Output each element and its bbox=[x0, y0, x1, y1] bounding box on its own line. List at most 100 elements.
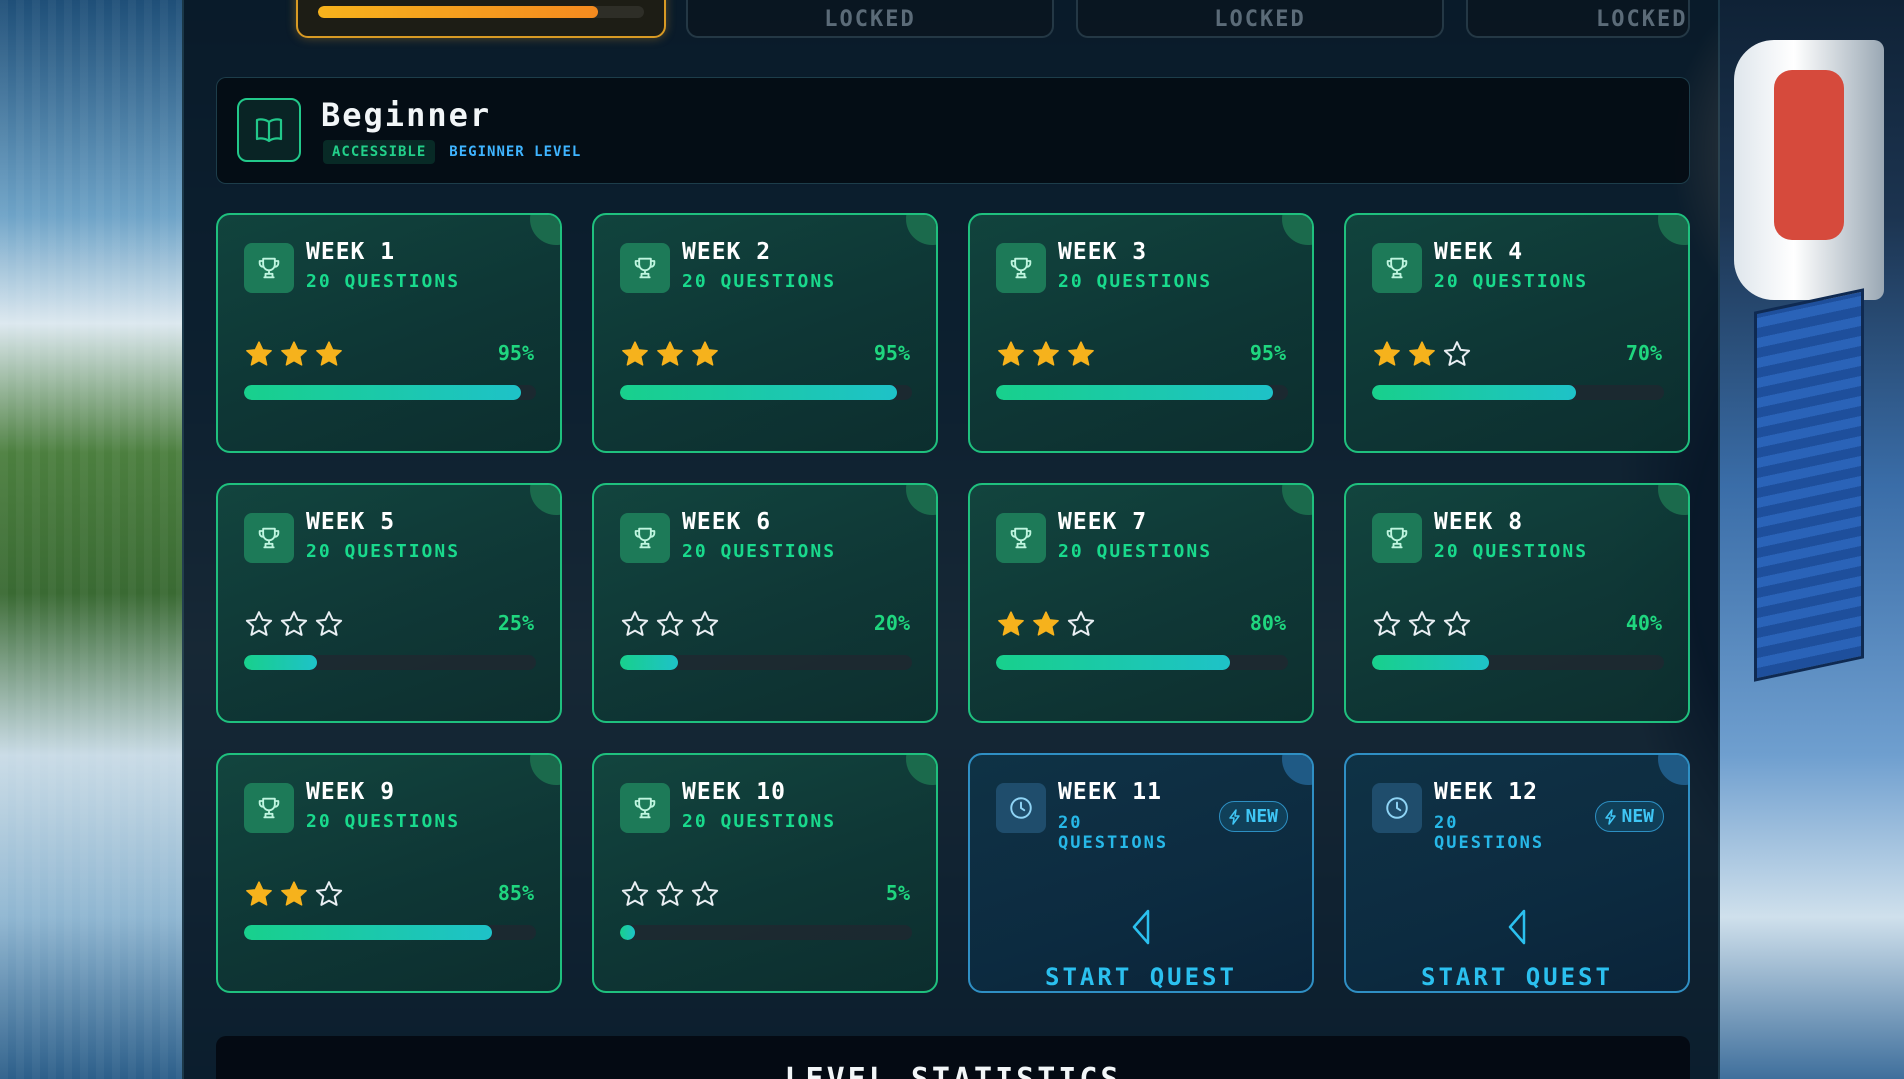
progress-bar bbox=[1372, 655, 1664, 670]
week-card[interactable]: WEEK 7 20 QUESTIONS 80% bbox=[968, 483, 1314, 723]
star-filled-icon bbox=[1407, 339, 1437, 369]
start-quest-button[interactable]: START QUEST bbox=[1346, 963, 1688, 991]
week-card[interactable]: WEEK 2 20 QUESTIONS 95% bbox=[592, 213, 938, 453]
card-corner-decoration bbox=[906, 485, 936, 515]
star-filled-icon bbox=[996, 609, 1026, 639]
star-rating bbox=[244, 879, 344, 909]
week-title: WEEK 9 bbox=[306, 779, 396, 805]
level-statistics-panel: LEVEL STATISTICS bbox=[216, 1036, 1690, 1079]
progress-bar-fill bbox=[1372, 655, 1489, 670]
tier-progress-fill bbox=[318, 6, 599, 18]
star-empty-icon bbox=[279, 609, 309, 639]
star-filled-icon bbox=[655, 339, 685, 369]
week-card[interactable]: WEEK 4 20 QUESTIONS 70% bbox=[1344, 213, 1690, 453]
star-rating bbox=[1372, 339, 1472, 369]
progress-bar bbox=[1372, 385, 1664, 400]
star-rating bbox=[620, 879, 720, 909]
week-title: WEEK 4 bbox=[1434, 239, 1524, 265]
progress-bar bbox=[996, 655, 1288, 670]
week-question-count: 20 QUESTIONS bbox=[682, 541, 837, 562]
week-card[interactable]: WEEK 12 20 QUESTIONS NEW START QUEST bbox=[1344, 753, 1690, 993]
level-label: BEGINNER LEVEL bbox=[449, 144, 582, 160]
week-card[interactable]: WEEK 1 20 QUESTIONS 95% bbox=[216, 213, 562, 453]
score-percent: 20% bbox=[873, 611, 910, 635]
start-quest-button[interactable]: START QUEST bbox=[970, 963, 1312, 991]
tier-tab-locked[interactable]: LOCKED bbox=[686, 0, 1054, 38]
week-question-count: 20 QUESTIONS bbox=[1434, 271, 1589, 292]
week-card[interactable]: WEEK 8 20 QUESTIONS 40% bbox=[1344, 483, 1690, 723]
star-filled-icon bbox=[690, 339, 720, 369]
week-title: WEEK 3 bbox=[1058, 239, 1148, 265]
star-filled-icon bbox=[279, 879, 309, 909]
card-corner-decoration bbox=[1658, 215, 1688, 245]
week-card[interactable]: WEEK 3 20 QUESTIONS 95% bbox=[968, 213, 1314, 453]
progress-bar-fill bbox=[996, 385, 1274, 400]
play-icon[interactable] bbox=[1506, 907, 1530, 951]
week-title: WEEK 7 bbox=[1058, 509, 1148, 535]
trophy-icon bbox=[244, 783, 294, 833]
status-badge: ACCESSIBLE bbox=[323, 140, 436, 164]
star-filled-icon bbox=[1031, 339, 1061, 369]
trophy-icon bbox=[1372, 513, 1422, 563]
progress-bar-fill bbox=[244, 925, 493, 940]
progress-bar-fill bbox=[244, 385, 522, 400]
star-empty-icon bbox=[314, 879, 344, 909]
week-title: WEEK 2 bbox=[682, 239, 772, 265]
week-title: WEEK 11 bbox=[1058, 779, 1162, 805]
main-panel: LOCKED LOCKED LOCKED Beginner ACCESSIBLE… bbox=[182, 0, 1720, 1079]
star-empty-icon bbox=[1066, 609, 1096, 639]
week-card[interactable]: WEEK 11 20 QUESTIONS NEW START QUEST bbox=[968, 753, 1314, 993]
tier-progress-bar bbox=[318, 6, 644, 18]
progress-bar-fill bbox=[996, 655, 1230, 670]
card-corner-decoration bbox=[1658, 755, 1688, 785]
week-card[interactable]: WEEK 9 20 QUESTIONS 85% bbox=[216, 753, 562, 993]
week-question-count: 20 QUESTIONS bbox=[1058, 813, 1169, 853]
progress-bar-fill bbox=[244, 655, 317, 670]
new-badge: NEW bbox=[1595, 801, 1664, 832]
clock-icon bbox=[996, 783, 1046, 833]
card-corner-decoration bbox=[1282, 485, 1312, 515]
card-corner-decoration bbox=[1282, 215, 1312, 245]
star-filled-icon bbox=[1372, 339, 1402, 369]
tier-tab-beginner[interactable] bbox=[296, 0, 666, 38]
background-island-scene bbox=[0, 0, 182, 1079]
star-filled-icon bbox=[244, 339, 274, 369]
card-corner-decoration bbox=[530, 485, 560, 515]
card-corner-decoration bbox=[530, 755, 560, 785]
score-percent: 85% bbox=[497, 881, 534, 905]
star-filled-icon bbox=[244, 879, 274, 909]
star-filled-icon bbox=[996, 339, 1026, 369]
week-question-count: 20 QUESTIONS bbox=[682, 271, 837, 292]
star-empty-icon bbox=[314, 609, 344, 639]
play-icon[interactable] bbox=[1130, 907, 1154, 951]
week-card[interactable]: WEEK 5 20 QUESTIONS 25% bbox=[216, 483, 562, 723]
star-rating bbox=[620, 609, 720, 639]
week-title: WEEK 12 bbox=[1434, 779, 1538, 805]
trophy-icon bbox=[996, 243, 1046, 293]
week-card[interactable]: WEEK 10 20 QUESTIONS 5% bbox=[592, 753, 938, 993]
progress-bar-fill bbox=[1372, 385, 1577, 400]
tier-tab-locked[interactable]: LOCKED bbox=[1466, 0, 1690, 38]
trophy-icon bbox=[244, 513, 294, 563]
score-percent: 95% bbox=[873, 341, 910, 365]
progress-bar bbox=[244, 655, 536, 670]
score-percent: 70% bbox=[1625, 341, 1662, 365]
tier-tab-locked[interactable]: LOCKED bbox=[1076, 0, 1444, 38]
card-corner-decoration bbox=[1658, 485, 1688, 515]
progress-bar bbox=[620, 655, 912, 670]
week-card[interactable]: WEEK 6 20 QUESTIONS 20% bbox=[592, 483, 938, 723]
trophy-icon bbox=[996, 513, 1046, 563]
star-rating bbox=[1372, 609, 1472, 639]
tier-tab-label: LOCKED bbox=[1596, 7, 1688, 32]
score-percent: 80% bbox=[1249, 611, 1286, 635]
week-question-count: 20 QUESTIONS bbox=[306, 541, 461, 562]
score-percent: 95% bbox=[497, 341, 534, 365]
star-rating bbox=[244, 339, 344, 369]
card-corner-decoration bbox=[906, 755, 936, 785]
star-filled-icon bbox=[620, 339, 650, 369]
progress-bar bbox=[244, 925, 536, 940]
week-title: WEEK 10 bbox=[682, 779, 786, 805]
week-question-count: 20 QUESTIONS bbox=[306, 811, 461, 832]
background-space-scene bbox=[1720, 0, 1904, 1079]
star-empty-icon bbox=[620, 609, 650, 639]
